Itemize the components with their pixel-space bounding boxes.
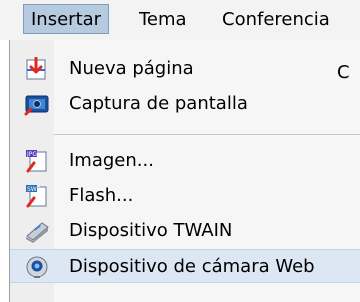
shortcut-text-truncated: C [337,62,350,83]
menu-item-label: Captura de pantalla [69,93,248,114]
insertar-dropdown-menu: Nueva página Captura de pantalla JPG Ima… [9,40,360,302]
new-page-icon [24,56,50,81]
menu-item-label: Flash... [69,185,134,206]
menu-item-label: Dispositivo TWAIN [69,220,233,241]
menu-item-nueva-pagina[interactable]: Nueva página [10,52,360,86]
menu-item-dispositivo-twain[interactable]: Dispositivo TWAIN [10,214,360,248]
menu-bar: Insertar Tema Conferencia [0,0,360,40]
scanner-icon [24,219,50,243]
flash-file-icon: SWF [24,184,50,208]
menu-item-captura-de-pantalla[interactable]: Captura de pantalla [10,87,360,121]
menu-item-flash[interactable]: SWF Flash... [10,179,360,213]
menu-item-label: Nueva página [69,58,194,79]
menu-item-label: Imagen... [69,150,154,171]
svg-text:SWF: SWF [27,186,41,193]
menu-item-imagen[interactable]: JPG Imagen... [10,144,360,178]
screenshot-icon [24,92,50,116]
webcam-icon [24,255,50,279]
menu-item-label: Dispositivo de cámara Web [69,256,315,277]
image-file-icon: JPG [24,149,50,173]
menu-separator [54,134,360,135]
menu-insertar[interactable]: Insertar [23,4,110,34]
menu-item-dispositivo-camara-web[interactable]: Dispositivo de cámara Web [10,249,360,283]
menu-conferencia[interactable]: Conferencia [222,7,330,33]
menu-tema[interactable]: Tema [139,7,187,33]
svg-text:JPG: JPG [26,151,37,158]
